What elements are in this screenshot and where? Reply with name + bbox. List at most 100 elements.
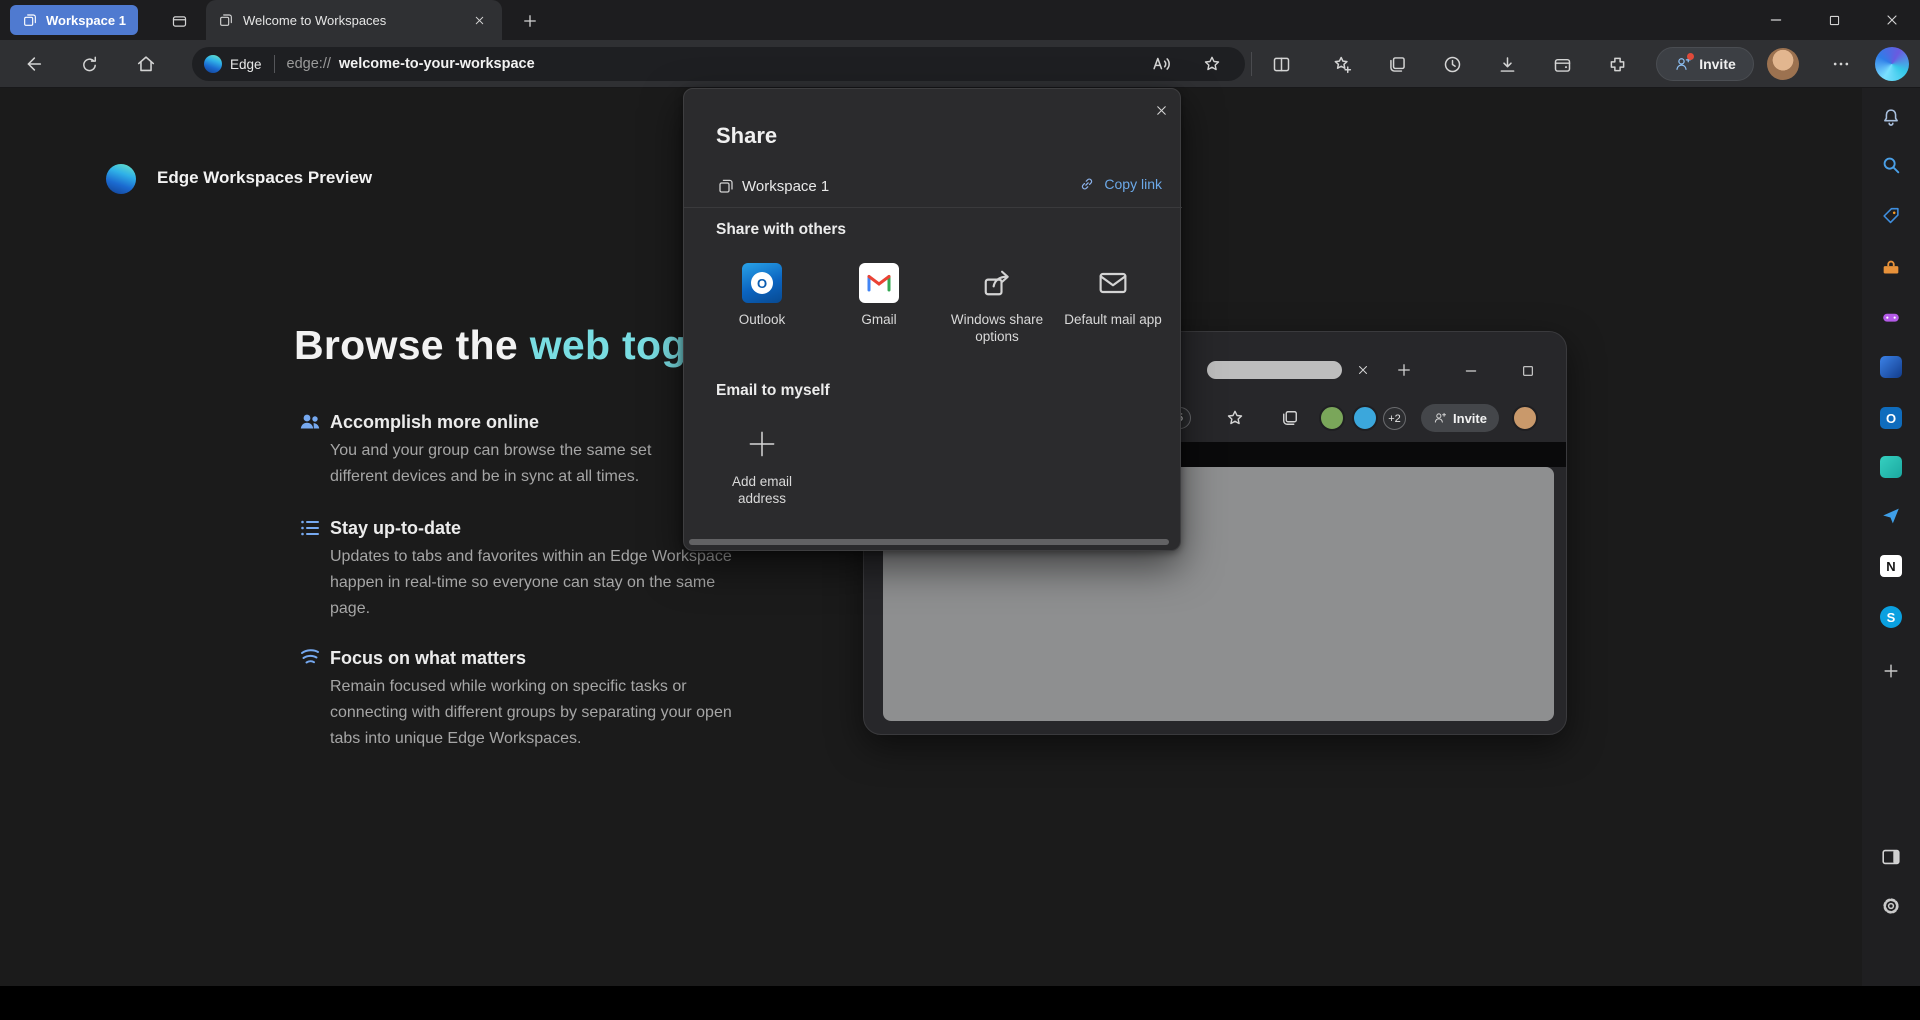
notifications-bell-icon[interactable] xyxy=(1875,101,1907,133)
workspace-icon xyxy=(22,12,38,28)
back-arrow-icon xyxy=(22,53,44,75)
feature-title-focus: Focus on what matters xyxy=(330,648,526,669)
microsoft-365-icon[interactable] xyxy=(1875,351,1907,383)
plus-icon xyxy=(744,426,780,462)
outlook-icon: O xyxy=(742,263,782,303)
split-screen-icon xyxy=(1271,54,1292,75)
back-button[interactable] xyxy=(15,46,51,82)
refresh-icon xyxy=(79,54,100,75)
window-close-button[interactable] xyxy=(1864,0,1920,40)
gmail-icon xyxy=(859,263,899,303)
mail-envelope-icon xyxy=(1093,263,1133,303)
history-button[interactable] xyxy=(1434,46,1470,82)
share-target-outlook[interactable]: O Outlook xyxy=(707,263,817,328)
toolbar-divider xyxy=(1251,52,1252,76)
shopping-tag-icon[interactable] xyxy=(1875,200,1907,232)
tab-welcome-to-workspaces[interactable]: Welcome to Workspaces xyxy=(206,0,502,40)
section-share-with-others: Share with others xyxy=(716,221,846,239)
people-icon xyxy=(298,410,322,434)
add-sidebar-app-icon[interactable] xyxy=(1875,655,1907,687)
favorites-button[interactable] xyxy=(1324,46,1360,82)
profile-avatar[interactable] xyxy=(1767,48,1799,80)
mockup-tab-pill xyxy=(1207,361,1342,379)
feature-body-stay-up-to-date: Updates to tabs and favorites within an … xyxy=(330,544,732,622)
drop-icon[interactable] xyxy=(1875,500,1907,532)
read-aloud-icon xyxy=(1150,53,1172,75)
window-minimize-button[interactable] xyxy=(1748,0,1804,40)
mockup-tab-close-icon xyxy=(1356,363,1370,377)
close-icon xyxy=(1154,103,1169,118)
page-bottom-strip xyxy=(0,986,1920,1020)
wallet-button[interactable] xyxy=(1544,46,1580,82)
extensions-button[interactable] xyxy=(1599,46,1635,82)
mockup-avatar-green xyxy=(1319,405,1345,431)
notion-icon[interactable]: N xyxy=(1875,550,1907,582)
plus-icon xyxy=(521,12,539,30)
collections-button[interactable] xyxy=(1379,46,1415,82)
tab-title: Welcome to Workspaces xyxy=(243,13,386,28)
maximize-icon xyxy=(1827,13,1842,28)
copilot-button[interactable] xyxy=(1875,47,1909,81)
url-path: welcome-to-your-workspace xyxy=(339,56,535,72)
home-button[interactable] xyxy=(128,46,164,82)
close-icon xyxy=(1884,12,1900,28)
feature-title-stay-up-to-date: Stay up-to-date xyxy=(330,518,461,539)
copy-link-label: Copy link xyxy=(1104,176,1162,192)
share-target-default-mail[interactable]: Default mail app xyxy=(1058,263,1168,328)
mockup-new-tab-icon xyxy=(1395,361,1413,379)
tools-toolbox-icon[interactable] xyxy=(1875,252,1907,284)
add-email-label: Add email address xyxy=(720,473,804,507)
windows-share-icon xyxy=(977,263,1017,303)
tab-close-button[interactable] xyxy=(468,9,490,31)
settings-menu-button[interactable] xyxy=(1823,46,1859,82)
share-target-windows-share[interactable]: Windows share options xyxy=(942,263,1052,345)
add-email-button[interactable]: Add email address xyxy=(707,426,817,507)
mockup-collections-icon xyxy=(1280,408,1300,428)
downloads-button[interactable] xyxy=(1489,46,1525,82)
minimize-icon xyxy=(1768,12,1784,28)
read-aloud-button[interactable] xyxy=(1145,48,1177,80)
designer-icon[interactable] xyxy=(1875,451,1907,483)
address-brand: Edge xyxy=(230,57,262,72)
mockup-maximize-icon xyxy=(1520,363,1536,379)
dialog-close-button[interactable] xyxy=(1146,95,1176,125)
edge-workspaces-logo xyxy=(106,164,136,194)
new-tab-button[interactable] xyxy=(516,7,544,35)
section-email-to-myself: Email to myself xyxy=(716,382,830,400)
window-maximize-button[interactable] xyxy=(1806,0,1862,40)
tab-actions-icon xyxy=(171,13,188,30)
dialog-horizontal-scrollbar[interactable] xyxy=(689,539,1169,545)
list-icon xyxy=(298,516,322,540)
tab-actions-menu-button[interactable] xyxy=(166,8,192,34)
workspace-icon xyxy=(717,177,735,195)
copy-link-button[interactable]: Copy link xyxy=(1078,175,1162,193)
invite-label: Invite xyxy=(1699,56,1736,72)
settings-gear-icon[interactable] xyxy=(1875,890,1907,922)
titlebar: Workspace 1 Welcome to Workspaces xyxy=(0,0,1920,40)
edge-logo-icon xyxy=(204,55,222,73)
favorite-star-button[interactable] xyxy=(1196,48,1228,80)
search-icon[interactable] xyxy=(1875,149,1907,181)
link-icon xyxy=(1078,175,1096,193)
skype-icon[interactable]: S xyxy=(1875,601,1907,633)
mockup-avatar-blue xyxy=(1352,405,1378,431)
games-controller-icon[interactable] xyxy=(1875,301,1907,333)
workspace-switcher-button[interactable]: Workspace 1 xyxy=(10,5,138,35)
mockup-favorites-icon xyxy=(1225,408,1245,428)
home-icon xyxy=(135,53,157,75)
downloads-icon xyxy=(1497,54,1518,75)
feature-title-accomplish: Accomplish more online xyxy=(330,412,539,433)
split-screen-button[interactable] xyxy=(1263,46,1299,82)
share-target-gmail[interactable]: Gmail xyxy=(824,263,934,328)
address-bar[interactable]: Edge edge://welcome-to-your-workspace xyxy=(192,47,1245,81)
heading-white: Browse the xyxy=(294,322,530,368)
ellipsis-icon xyxy=(1831,54,1851,74)
feature-body-accomplish: You and your group can browse the same s… xyxy=(330,438,651,490)
toolbar: Edge edge://welcome-to-your-workspace xyxy=(0,40,1920,88)
outlook-icon[interactable]: O xyxy=(1875,402,1907,434)
extensions-puzzle-icon xyxy=(1607,54,1628,75)
sidebar-panel-toggle-icon[interactable] xyxy=(1875,841,1907,873)
refresh-button[interactable] xyxy=(71,46,107,82)
invite-notification-dot xyxy=(1687,53,1694,60)
invite-button[interactable]: Invite xyxy=(1656,47,1754,81)
